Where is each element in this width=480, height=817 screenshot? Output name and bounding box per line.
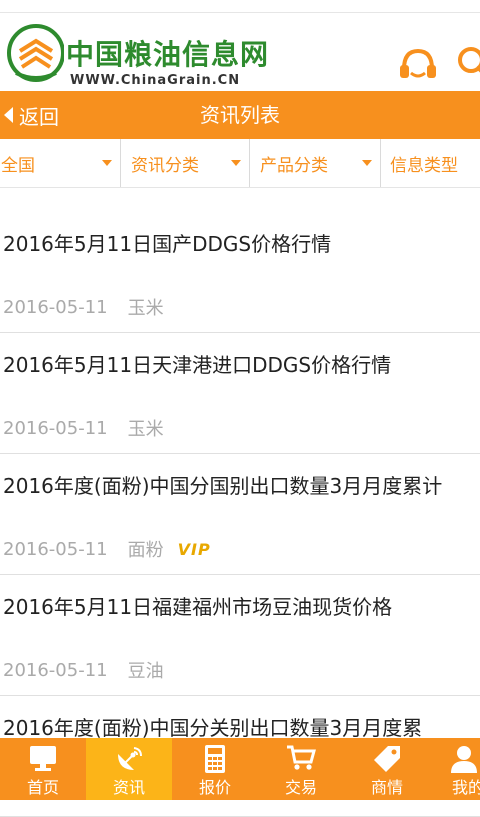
logo-emblem-icon (7, 24, 64, 82)
tag-icon (374, 746, 400, 772)
satellite-dish-icon (118, 747, 142, 770)
filter-info-type[interactable]: 信息类型 (381, 139, 480, 187)
bottom-tab-bar: 首页 资讯 报价 交易 商情 我的 (0, 738, 480, 800)
article-title: 2016年5月11日天津港进口DDGS价格行情 (3, 353, 392, 377)
filter-region-label: 全国 (1, 155, 35, 176)
user-icon (451, 746, 477, 773)
filter-region[interactable]: 全国 (0, 139, 121, 187)
article-list: 2016年5月11日国产DDGS价格行情 2016-05-11 玉米 2016年… (0, 212, 480, 817)
filter-product-category[interactable]: 产品分类 (250, 139, 381, 187)
article-meta: 2016-05-11 豆油 (3, 657, 164, 683)
list-item[interactable]: 2016年5月11日国产DDGS价格行情 2016-05-11 玉米 (0, 212, 480, 333)
article-date: 2016-05-11 (3, 659, 108, 681)
article-date: 2016-05-11 (3, 538, 108, 560)
tab-home-label: 首页 (26, 778, 59, 797)
tab-profile-label: 我的 (451, 778, 480, 797)
tab-news[interactable]: 资讯 (86, 738, 172, 800)
article-category: 豆油 (127, 661, 164, 682)
tab-quotes-label: 报价 (198, 778, 231, 797)
cart-icon (287, 745, 316, 770)
article-title: 2016年度(面粉)中国分国别出口数量3月月度累计 (3, 474, 443, 498)
article-meta: 2016-05-11 玉米 (3, 415, 164, 441)
title-bar: 返回 资讯列表 (0, 91, 480, 139)
article-title: 2016年5月11日福建福州市场豆油现货价格 (3, 595, 393, 619)
article-date: 2016-05-11 (3, 296, 108, 318)
vip-badge: VIP (177, 539, 211, 559)
article-category: 玉米 (127, 298, 164, 319)
chevron-down-icon (362, 160, 372, 166)
tab-profile[interactable]: 我的 (430, 738, 480, 800)
site-header: 中国粮油信息网 WWW.ChinaGrain.CN (0, 13, 480, 91)
article-category: 面粉 (127, 540, 164, 561)
logo-url: WWW.ChinaGrain.CN (70, 73, 241, 88)
filter-info-type-label: 信息类型 (390, 155, 458, 176)
article-meta: 2016-05-11 面粉 VIP (3, 536, 211, 562)
customer-service-icon[interactable] (398, 45, 438, 85)
tab-quotes[interactable]: 报价 (172, 738, 258, 800)
list-item[interactable]: 2016年度(面粉)中国分国别出口数量3月月度累计 2016-05-11 面粉 … (0, 454, 480, 575)
article-category: 玉米 (127, 419, 164, 440)
article-meta: 2016-05-11 玉米 (3, 294, 164, 320)
filter-news-category[interactable]: 资讯分类 (121, 139, 250, 187)
calculator-icon (205, 745, 225, 773)
search-icon[interactable] (456, 45, 480, 85)
tab-trade[interactable]: 交易 (258, 738, 344, 800)
filter-news-category-label: 资讯分类 (131, 155, 199, 176)
status-bar (0, 0, 480, 13)
chevron-down-icon (231, 160, 241, 166)
tab-trade-label: 交易 (284, 778, 317, 797)
logo-title: 中国粮油信息网 (66, 38, 270, 71)
article-date: 2016-05-11 (3, 417, 108, 439)
back-arrow-icon (4, 107, 13, 123)
back-button[interactable]: 返回 (0, 91, 80, 139)
tab-home[interactable]: 首页 (0, 738, 86, 800)
list-item[interactable]: 2016年5月11日天津港进口DDGS价格行情 2016-05-11 玉米 (0, 333, 480, 454)
chevron-down-icon (102, 160, 112, 166)
filter-bar: 全国 资讯分类 产品分类 信息类型 (0, 139, 480, 188)
tab-news-label: 资讯 (112, 778, 145, 797)
tab-market[interactable]: 商情 (344, 738, 430, 800)
article-title: 2016年5月11日国产DDGS价格行情 (3, 232, 332, 256)
tab-market-label: 商情 (370, 778, 403, 797)
list-item[interactable]: 2016年5月11日福建福州市场豆油现货价格 2016-05-11 豆油 (0, 575, 480, 696)
monitor-icon (30, 746, 56, 771)
back-label: 返回 (19, 104, 59, 129)
filter-product-category-label: 产品分类 (260, 155, 328, 176)
